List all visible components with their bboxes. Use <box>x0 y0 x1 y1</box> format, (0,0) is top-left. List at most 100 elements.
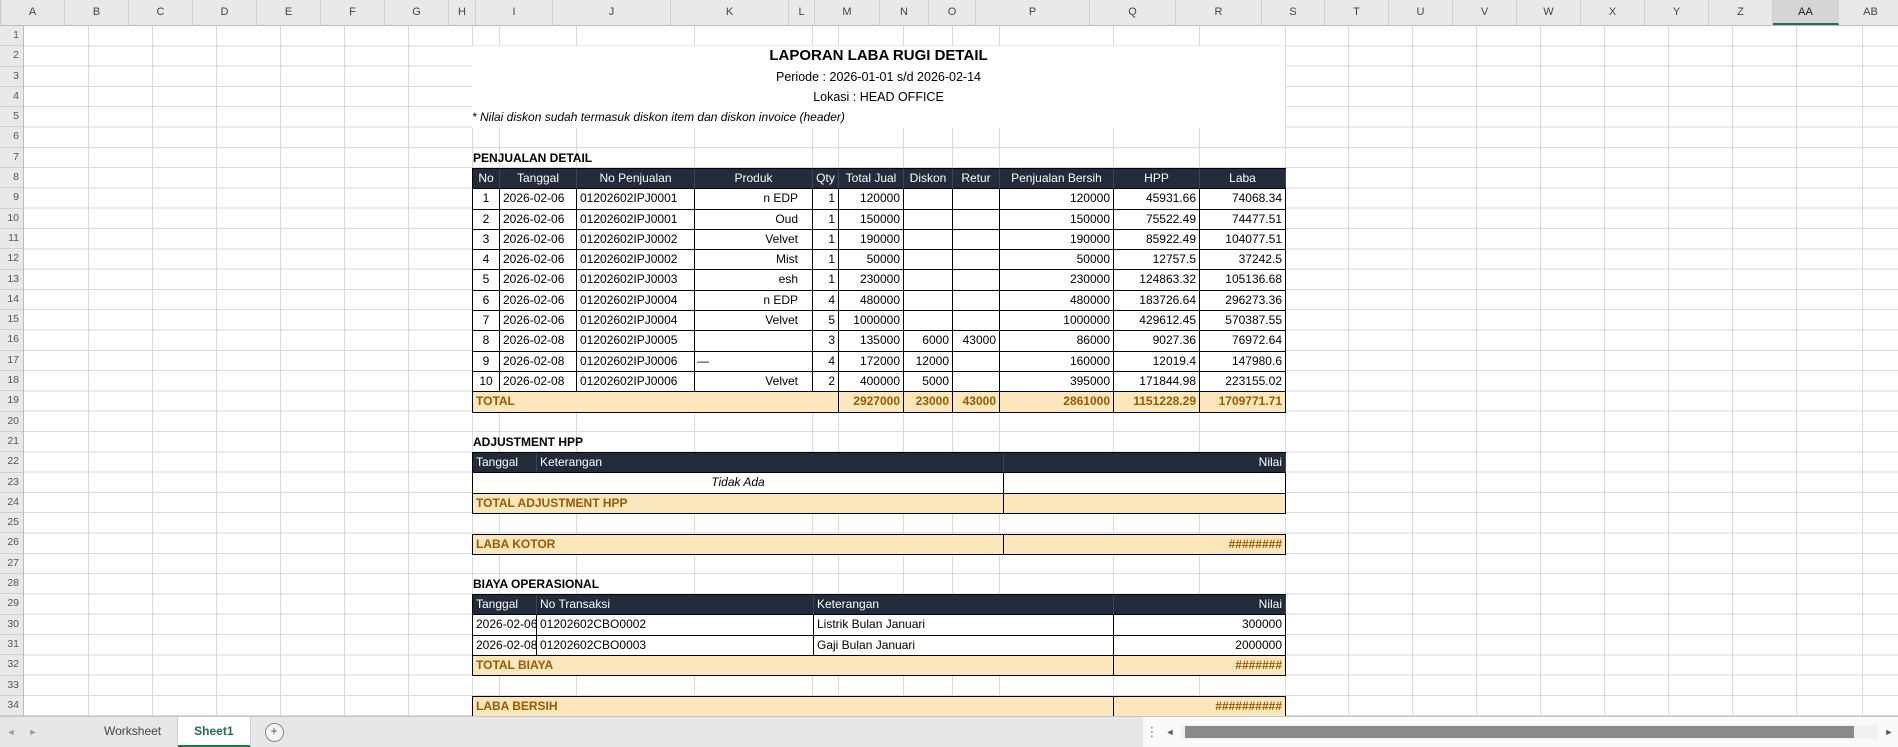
column-header-W[interactable]: W <box>1517 0 1581 25</box>
row-header-24[interactable]: 24 <box>0 493 23 514</box>
cell[interactable]: 480000 <box>839 290 904 312</box>
col-no[interactable]: No <box>473 169 500 190</box>
column-header-B[interactable]: B <box>65 0 129 25</box>
cell[interactable]: Velvet <box>695 371 813 393</box>
row-header-10[interactable]: 10 <box>0 209 23 229</box>
penjualan-total-value[interactable]: 2861000 <box>1000 392 1114 413</box>
penjualan-total-value[interactable]: 1709771.71 <box>1200 392 1286 413</box>
row-header-25[interactable]: 25 <box>0 513 23 534</box>
row-header-14[interactable]: 14 <box>0 290 23 311</box>
cell[interactable]: 4 <box>473 250 500 271</box>
cell[interactable]: Gaji Bulan Januari <box>814 635 1114 656</box>
cell[interactable]: 1 <box>473 189 500 210</box>
cell[interactable]: 4 <box>813 290 839 312</box>
cell[interactable]: 74477.51 <box>1200 209 1286 230</box>
col-tanggal[interactable]: Tanggal <box>473 595 537 616</box>
column-header-C[interactable]: C <box>129 0 193 25</box>
column-header-S[interactable]: S <box>1262 0 1325 25</box>
row-header-9[interactable]: 9 <box>0 188 23 209</box>
col-penjualan-bersih[interactable]: Penjualan Bersih <box>1000 169 1114 190</box>
cell[interactable]: 190000 <box>839 229 904 251</box>
col-nilai[interactable]: Nilai <box>1114 595 1286 616</box>
cell[interactable]: 480000 <box>1000 290 1114 312</box>
cell[interactable]: — <box>695 351 813 372</box>
cell[interactable] <box>904 270 953 291</box>
cell[interactable]: 1 <box>813 189 839 210</box>
cell[interactable]: 5 <box>473 270 500 291</box>
cell[interactable]: 395000 <box>1000 371 1114 393</box>
row-header-11[interactable]: 11 <box>0 229 23 250</box>
cell[interactable]: n EDP <box>695 290 813 312</box>
cell[interactable] <box>904 189 953 210</box>
cell[interactable]: 5000 <box>904 371 953 393</box>
cell[interactable]: 01202602IPJ0004 <box>577 290 695 312</box>
column-header-L[interactable]: L <box>789 0 815 25</box>
cell[interactable] <box>695 331 813 352</box>
cell[interactable]: 6000 <box>904 331 953 352</box>
cell[interactable]: 104077.51 <box>1200 229 1286 251</box>
cell[interactable]: 9 <box>473 351 500 372</box>
section-title-biaya[interactable]: BIAYA OPERASIONAL <box>473 574 873 594</box>
cell[interactable]: 2026-02-06 <box>500 209 577 230</box>
laba-bersih-value[interactable]: ########## <box>1114 696 1286 718</box>
col-hpp[interactable]: HPP <box>1114 169 1200 190</box>
col-no-penjualan[interactable]: No Penjualan <box>577 169 695 190</box>
cell[interactable] <box>953 290 1000 312</box>
column-header-AA[interactable]: AA <box>1773 0 1839 25</box>
report-lokasi[interactable]: Lokasi : HEAD OFFICE <box>472 87 1285 107</box>
row-header-3[interactable]: 3 <box>0 67 23 87</box>
col-tanggal[interactable]: Tanggal <box>473 453 537 474</box>
cell[interactable]: 160000 <box>1000 351 1114 372</box>
column-header-N[interactable]: N <box>880 0 929 25</box>
cell[interactable]: 400000 <box>839 371 904 393</box>
row-header-4[interactable]: 4 <box>0 87 23 108</box>
report-note[interactable]: * Nilai diskon sudah termasuk diskon ite… <box>472 107 1285 127</box>
column-header-P[interactable]: P <box>976 0 1090 25</box>
row-header-2[interactable]: 2 <box>0 46 23 67</box>
row-header-28[interactable]: 28 <box>0 574 23 595</box>
row-header-7[interactable]: 7 <box>0 148 23 169</box>
cell[interactable]: 01202602IPJ0002 <box>577 250 695 271</box>
cell[interactable]: 5 <box>813 311 839 332</box>
cell[interactable]: 8 <box>473 331 500 352</box>
row-header-18[interactable]: 18 <box>0 371 23 392</box>
cell[interactable]: 2026-02-06 <box>500 270 577 291</box>
column-header-G[interactable]: G <box>385 0 449 25</box>
row-header-8[interactable]: 8 <box>0 168 23 189</box>
cell[interactable]: 230000 <box>839 270 904 291</box>
cell[interactable]: 150000 <box>839 209 904 230</box>
column-header-Y[interactable]: Y <box>1645 0 1709 25</box>
cell[interactable]: 1000000 <box>839 311 904 332</box>
cell[interactable]: 75522.49 <box>1114 209 1200 230</box>
cell[interactable]: 120000 <box>1000 189 1114 210</box>
col-keterangan[interactable]: Keterangan <box>814 595 1114 616</box>
penjualan-total-value[interactable]: 23000 <box>904 392 953 413</box>
cell[interactable] <box>953 311 1000 332</box>
cell[interactable] <box>953 229 1000 251</box>
cell[interactable]: 2026-02-08 <box>500 371 577 393</box>
row-header-1[interactable]: 1 <box>0 26 23 47</box>
cell[interactable]: 3 <box>813 331 839 352</box>
cell[interactable]: 50000 <box>1000 250 1114 271</box>
column-header-F[interactable]: F <box>321 0 385 25</box>
cell[interactable]: 37242.5 <box>1200 250 1286 271</box>
cell[interactable]: 1 <box>813 209 839 230</box>
col-qty[interactable]: Qty <box>813 169 839 190</box>
laba-kotor-label[interactable]: LABA KOTOR <box>473 534 1004 555</box>
cell[interactable]: 01202602IPJ0005 <box>577 331 695 352</box>
col-nilai[interactable]: Nilai <box>1004 453 1286 474</box>
cell[interactable] <box>904 311 953 332</box>
column-header-E[interactable]: E <box>257 0 321 25</box>
cell[interactable]: 120000 <box>839 189 904 210</box>
laba-bersih-label[interactable]: LABA BERSIH <box>473 696 1114 718</box>
cell[interactable]: 223155.02 <box>1200 371 1286 393</box>
cell[interactable]: 86000 <box>1000 331 1114 352</box>
cell[interactable]: 2026-02-06 <box>500 311 577 332</box>
cell[interactable]: n EDP <box>695 189 813 210</box>
penjualan-total-label[interactable]: TOTAL <box>473 392 839 413</box>
cell[interactable]: 296273.36 <box>1200 290 1286 312</box>
cell[interactable]: 190000 <box>1000 229 1114 251</box>
cell[interactable]: 3 <box>473 229 500 251</box>
cell[interactable]: esh <box>695 270 813 291</box>
column-header-Q[interactable]: Q <box>1090 0 1176 25</box>
